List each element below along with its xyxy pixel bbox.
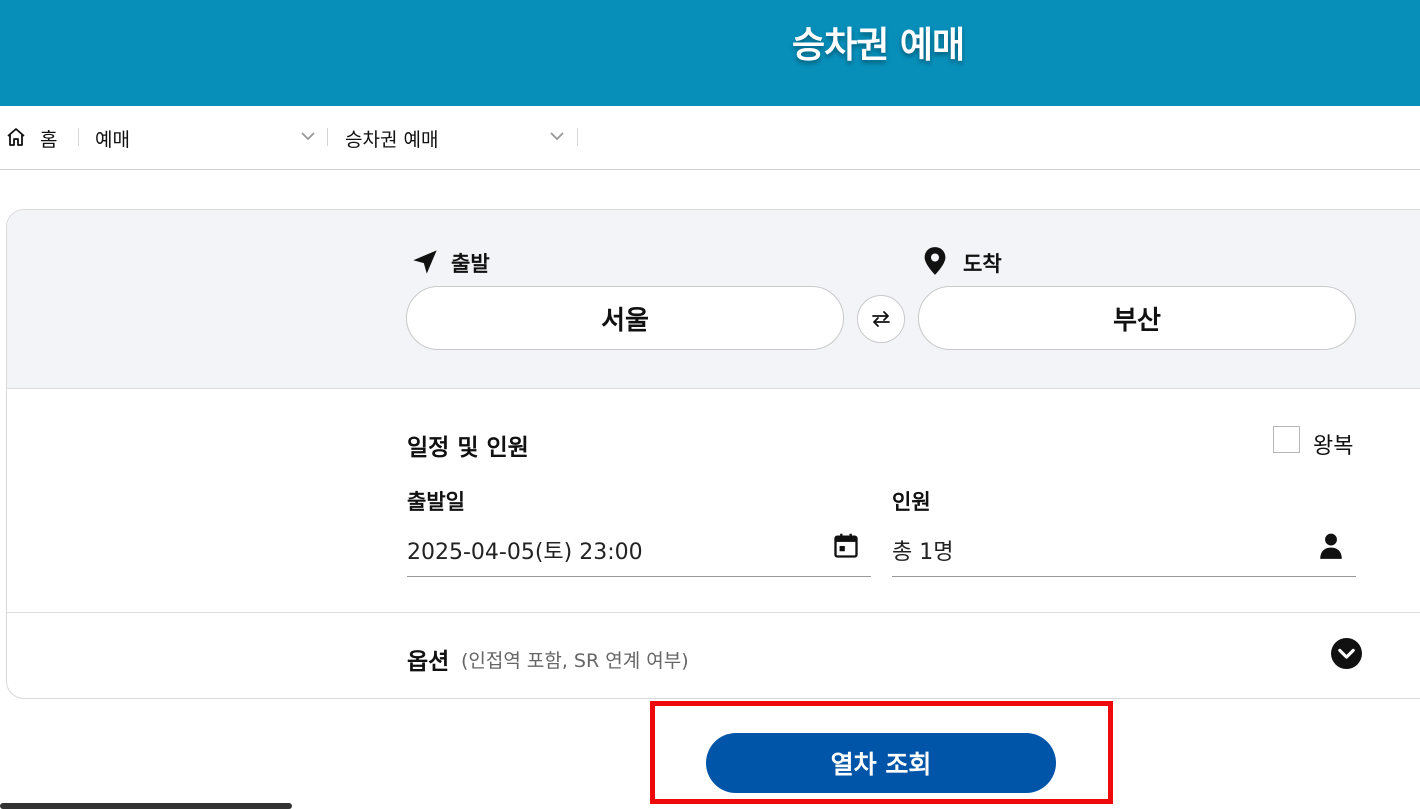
breadcrumb-separator [78,128,79,146]
roundtrip-label[interactable]: 왕복 [1313,428,1353,460]
breadcrumb-item-reservation[interactable]: 예매 [95,125,130,152]
departure-label: 출발 [451,252,490,276]
date-underline [407,576,871,577]
departure-date-label: 출발일 [407,490,465,514]
booking-panel: 출발 도착 서울 부산 일정 및 인원 왕복 출발일 2025-04-05(토)… [6,209,1420,699]
search-trains-button[interactable]: 열차 조회 [706,733,1056,793]
location-pin-icon [924,247,946,275]
chevron-down-icon[interactable] [549,130,565,142]
departure-date-field[interactable]: 2025-04-05(토) 23:00 [407,534,643,566]
passengers-field[interactable]: 총 1명 [892,534,953,566]
departure-station-value: 서울 [601,305,649,336]
arrival-station-value: 부산 [1113,305,1161,336]
schedule-section-title: 일정 및 인원 [407,435,529,461]
chevron-down-icon[interactable] [300,130,316,142]
breadcrumb-separator [327,128,328,146]
options-description: (인접역 포함, SR 연계 여부) [461,650,689,672]
passengers-underline [892,576,1356,577]
passengers-label: 인원 [892,490,931,514]
page-header: 승차권 예매 [0,0,1420,106]
roundtrip-checkbox[interactable] [1273,426,1300,453]
breadcrumb-separator [577,128,578,146]
breadcrumb-home[interactable]: 홈 [40,125,57,152]
departure-station-field[interactable]: 서울 [406,286,844,350]
options-title[interactable]: 옵션 [407,642,449,676]
option-divider [7,612,1420,613]
breadcrumb: 홈 예매 승차권 예매 [0,106,1420,170]
swap-arrows-icon [872,311,890,327]
calendar-icon[interactable] [832,532,860,560]
route-section: 출발 도착 서울 부산 [7,210,1420,389]
scroll-indicator [0,803,292,809]
arrival-station-field[interactable]: 부산 [918,286,1356,350]
options-expand-icon[interactable] [1331,638,1362,669]
swap-stations-button[interactable] [857,295,905,343]
person-icon[interactable] [1318,532,1344,560]
page-title: 승차권 예매 [792,25,965,66]
breadcrumb-item-ticket[interactable]: 승차권 예매 [345,125,438,152]
home-icon[interactable] [6,127,26,147]
navigation-arrow-icon [413,250,437,274]
arrival-label: 도착 [963,252,1002,276]
